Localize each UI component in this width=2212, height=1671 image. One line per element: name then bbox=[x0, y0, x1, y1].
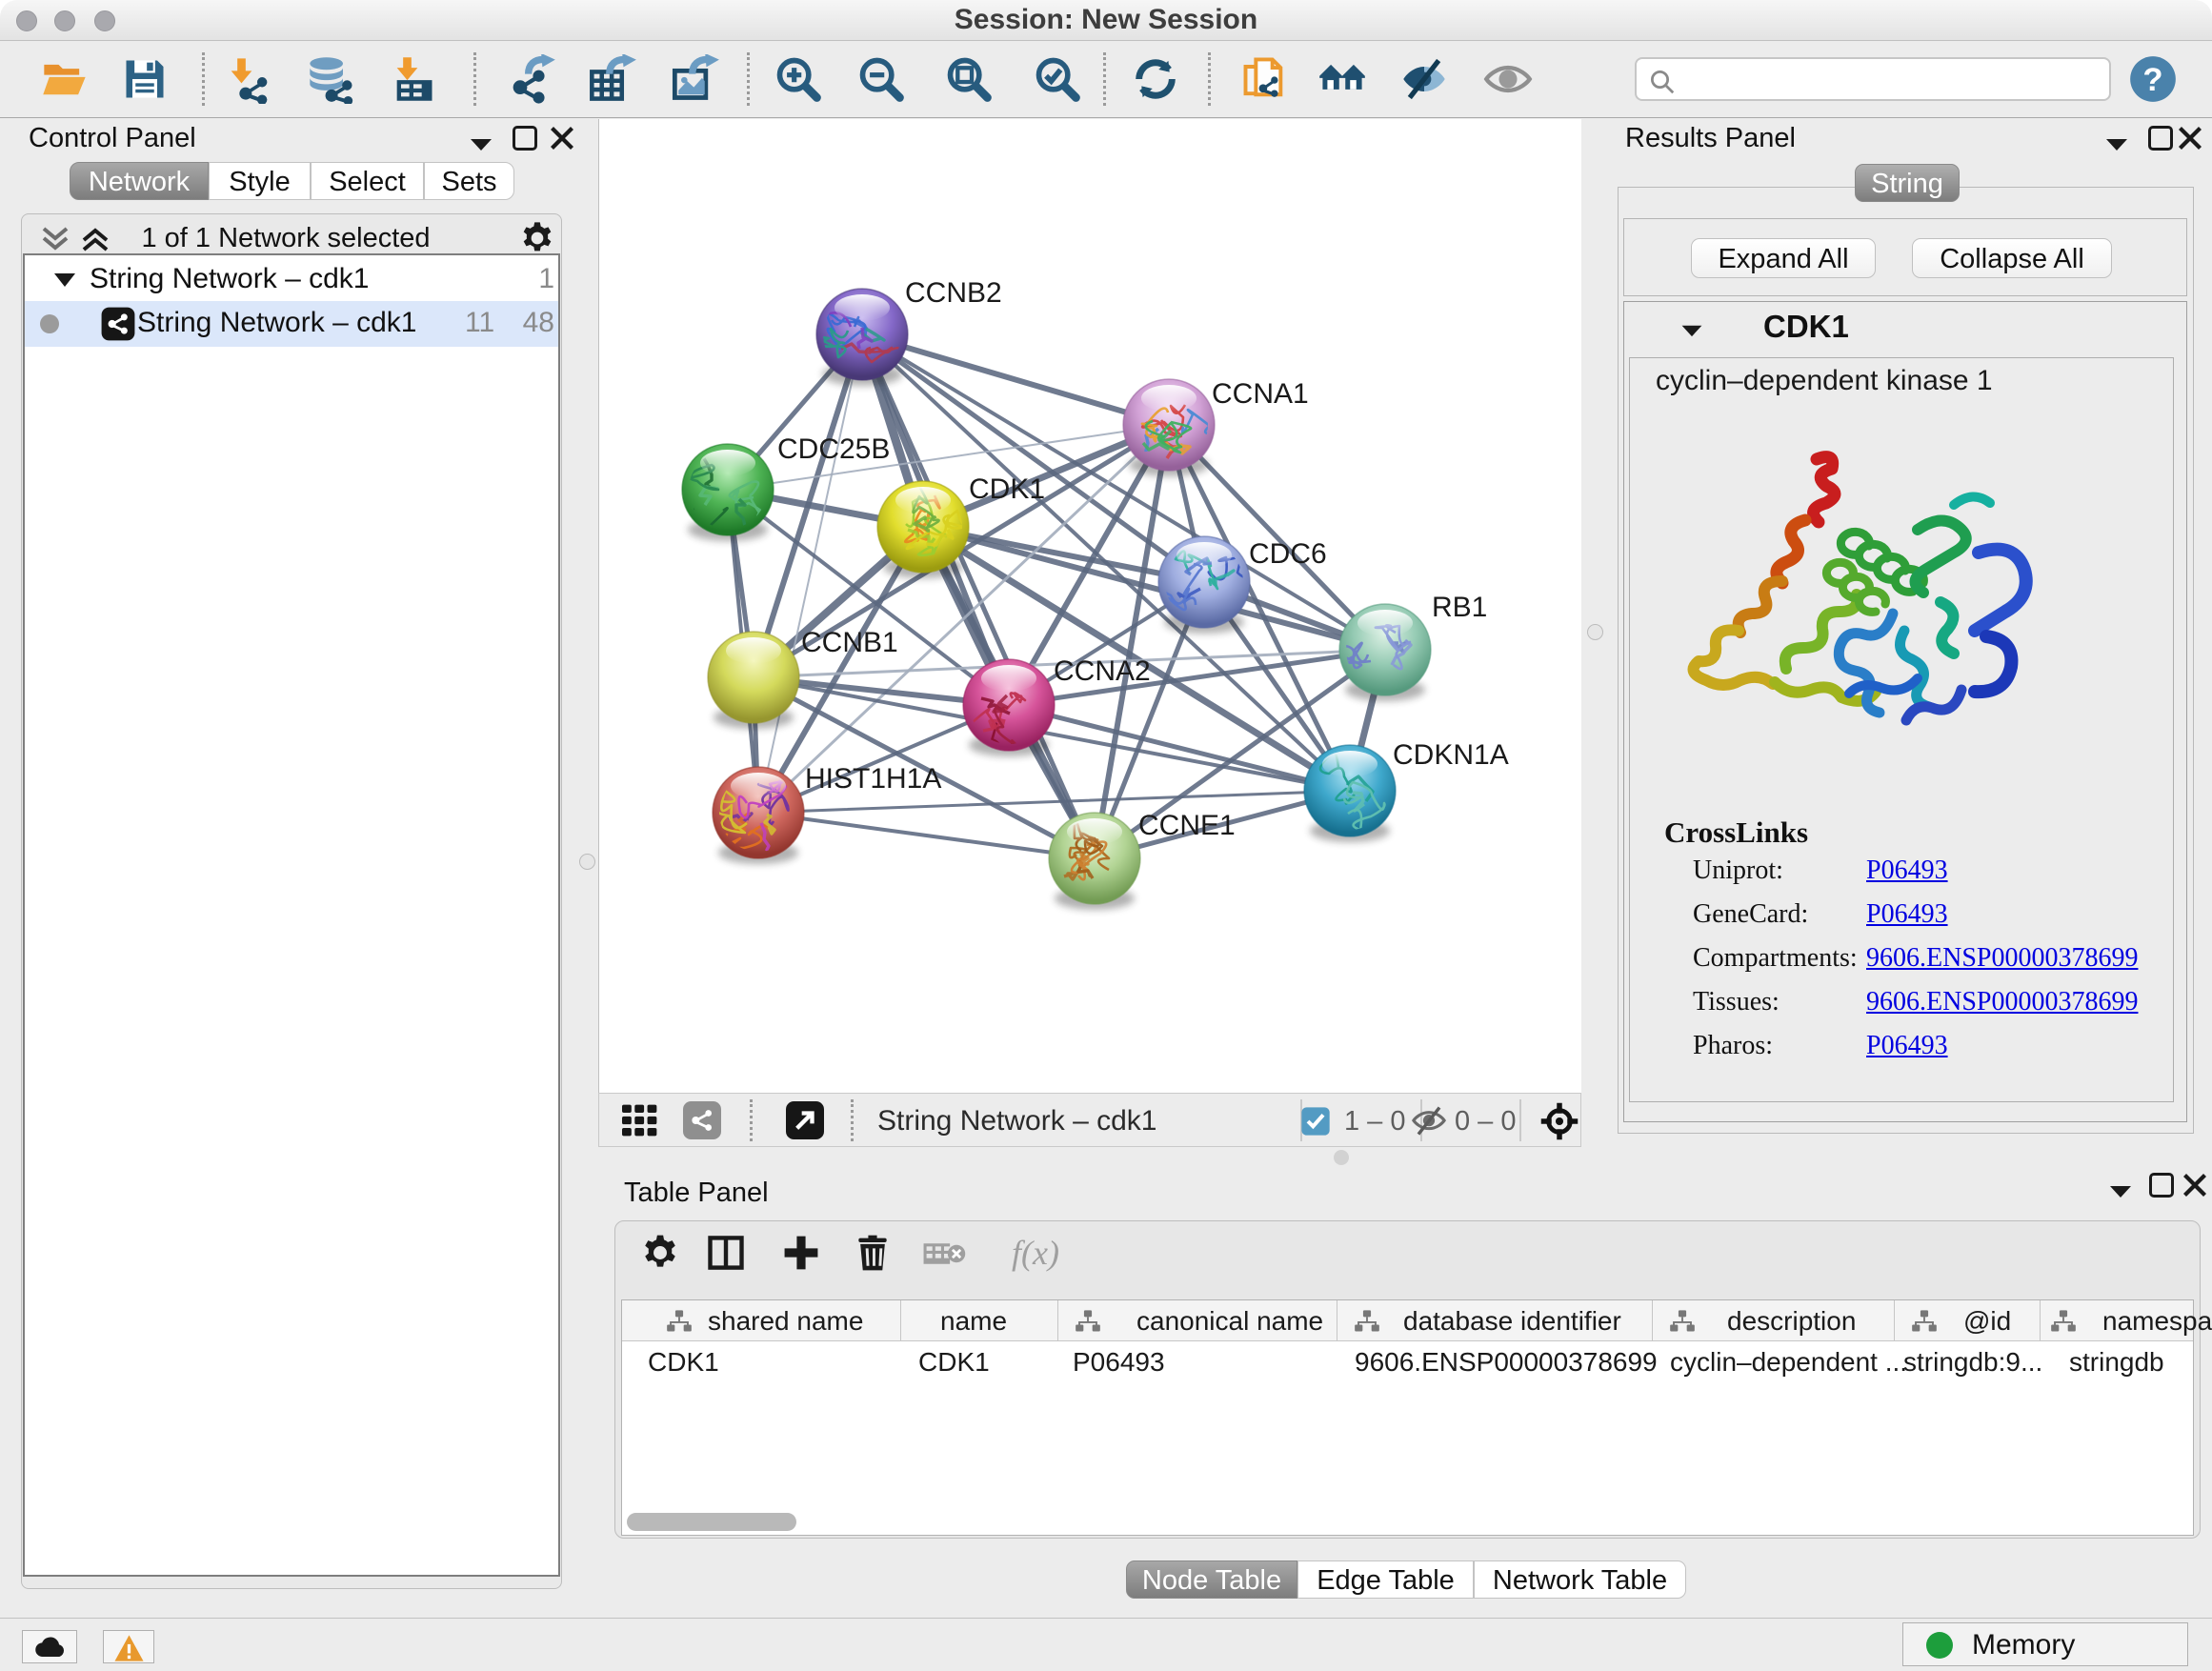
svg-text:CCNB1: CCNB1 bbox=[801, 627, 898, 658]
svg-text:CDC25B: CDC25B bbox=[777, 433, 890, 465]
svg-text:CCNE1: CCNE1 bbox=[1138, 810, 1236, 841]
svg-text:CDKN1A: CDKN1A bbox=[1393, 739, 1509, 771]
svg-text:CCNA2: CCNA2 bbox=[1054, 655, 1151, 687]
svg-text:RB1: RB1 bbox=[1432, 592, 1487, 623]
svg-text:CDC6: CDC6 bbox=[1249, 538, 1327, 570]
svg-text:HIST1H1A: HIST1H1A bbox=[805, 763, 941, 795]
svg-text:CCNB2: CCNB2 bbox=[905, 277, 1002, 309]
svg-text:CCNA1: CCNA1 bbox=[1212, 378, 1309, 410]
svg-text:CDK1: CDK1 bbox=[969, 473, 1045, 505]
svg-text:?: ? bbox=[2142, 62, 2162, 98]
